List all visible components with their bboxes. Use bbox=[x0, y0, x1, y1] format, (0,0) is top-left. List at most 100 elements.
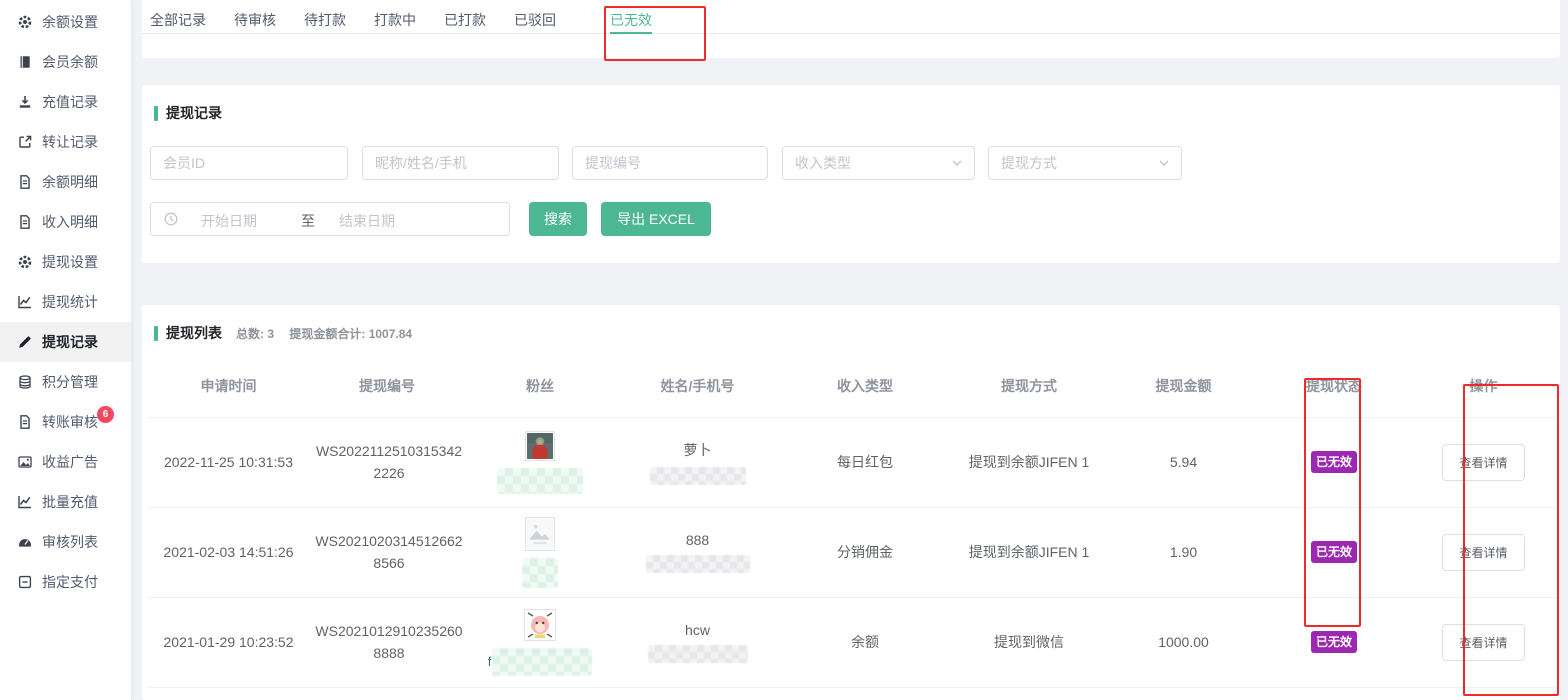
file-icon bbox=[17, 414, 33, 430]
col-apply-time: 申请时间 bbox=[148, 355, 309, 417]
book-icon bbox=[17, 54, 33, 70]
status-badge: 已无效 bbox=[1311, 541, 1357, 563]
cell-name-phone: 888 bbox=[615, 507, 780, 597]
fan-name-redacted: f bbox=[465, 648, 615, 676]
sidebar-item-balance-settings[interactable]: 余额设置 bbox=[0, 2, 131, 42]
sidebar-item-recharge-records[interactable]: 充值记录 bbox=[0, 82, 131, 122]
fan-avatar bbox=[525, 431, 555, 461]
sidebar-item-label: 审核列表 bbox=[42, 532, 98, 552]
view-details-button[interactable]: 查看详情 bbox=[1442, 444, 1524, 481]
sidebar-item-designated-payment[interactable]: 指定支付 bbox=[0, 562, 131, 602]
sidebar-item-withdraw-records[interactable]: 提现记录 bbox=[0, 322, 131, 362]
cell-apply-time: 2022-11-25 10:31:53 bbox=[148, 417, 309, 507]
sidebar-item-revenue-ads[interactable]: 收益广告 bbox=[0, 442, 131, 482]
tab-invalid[interactable]: 已无效 bbox=[610, 0, 652, 33]
sidebar-item-balance-detail[interactable]: 余额明细 bbox=[0, 162, 131, 202]
cell-name-phone: hcw bbox=[615, 597, 780, 687]
fan-name-redacted bbox=[465, 558, 615, 588]
cell-income-type: 分销佣金 bbox=[780, 507, 950, 597]
fan-avatar bbox=[524, 609, 556, 641]
sidebar-item-review-list[interactable]: 审核列表 bbox=[0, 522, 131, 562]
search-button[interactable]: 搜索 bbox=[529, 202, 587, 236]
chart-icon bbox=[17, 494, 33, 510]
clock-icon bbox=[163, 211, 179, 230]
list-amount-sum: 提现金额合计: 1007.84 bbox=[289, 327, 412, 341]
income-type-select[interactable]: 收入类型 bbox=[782, 146, 975, 180]
tab-pending-review[interactable]: 待审核 bbox=[234, 0, 276, 33]
status-badge: 已无效 bbox=[1311, 451, 1357, 473]
sidebar-item-member-balance[interactable]: 会员余额 bbox=[0, 42, 131, 82]
download-icon bbox=[17, 94, 33, 110]
sidebar-item-points-management[interactable]: 积分管理 bbox=[0, 362, 131, 402]
image-icon bbox=[17, 454, 33, 470]
tab-paid[interactable]: 已打款 bbox=[444, 0, 486, 33]
sidebar-item-withdraw-settings[interactable]: 提现设置 bbox=[0, 242, 131, 282]
export-excel-button[interactable]: 导出 EXCEL bbox=[601, 202, 711, 236]
sidebar-item-label: 提现统计 bbox=[42, 292, 98, 312]
chevron-down-icon bbox=[1159, 160, 1169, 166]
cell-fan bbox=[465, 507, 615, 597]
cell-withdraw-amount: 5.94 bbox=[1108, 417, 1259, 507]
table-row: 2022-11-25 10:31:53 WS2022112510315342 2… bbox=[148, 417, 1558, 507]
status-tabs-card: 全部记录 待审核 待打款 打款中 已打款 已驳回 已无效 bbox=[142, 0, 1560, 58]
status-tabs: 全部记录 待审核 待打款 打款中 已打款 已驳回 已无效 bbox=[142, 0, 1560, 34]
cell-fan bbox=[465, 417, 615, 507]
col-withdraw-method: 提现方式 bbox=[950, 355, 1108, 417]
withdraw-method-placeholder: 提现方式 bbox=[1001, 153, 1057, 173]
table-row: 2021-02-03 14:51:26 WS2021020314512662 8… bbox=[148, 507, 1558, 597]
sidebar-item-withdraw-stats[interactable]: 提现统计 bbox=[0, 282, 131, 322]
nickname-input[interactable] bbox=[362, 146, 559, 180]
list-total: 总数: 3 bbox=[236, 327, 274, 341]
cell-apply-time: 2021-02-03 14:51:26 bbox=[148, 507, 309, 597]
phone-redacted bbox=[648, 645, 748, 663]
pencil-icon bbox=[17, 334, 33, 350]
list-title-text: 提现列表 bbox=[166, 323, 222, 343]
gauge-icon bbox=[17, 534, 33, 550]
phone-redacted bbox=[646, 555, 750, 573]
withdraw-code-input[interactable] bbox=[572, 146, 768, 180]
col-withdraw-code: 提现编号 bbox=[309, 355, 465, 417]
date-separator: 至 bbox=[301, 211, 315, 231]
date-range-picker[interactable]: 开始日期 至 结束日期 bbox=[150, 202, 510, 236]
cell-withdraw-method: 提现到余额JIFEN 1 bbox=[950, 417, 1108, 507]
cell-income-type: 余额 bbox=[780, 597, 950, 687]
minus-square-icon bbox=[17, 574, 33, 590]
phone-redacted bbox=[650, 467, 746, 485]
sidebar-item-income-detail[interactable]: 收入明细 bbox=[0, 202, 131, 242]
file-icon bbox=[17, 214, 33, 230]
start-date-placeholder: 开始日期 bbox=[201, 211, 257, 231]
coins-icon bbox=[17, 374, 33, 390]
view-details-button[interactable]: 查看详情 bbox=[1442, 624, 1524, 661]
member-id-input[interactable] bbox=[150, 146, 348, 180]
file-icon bbox=[17, 174, 33, 190]
cell-apply-time: 2021-01-29 10:23:52 bbox=[148, 597, 309, 687]
sidebar-item-batch-recharge[interactable]: 批量充值 bbox=[0, 482, 131, 522]
sidebar-item-label: 提现记录 bbox=[42, 332, 98, 352]
sidebar-item-label: 充值记录 bbox=[42, 92, 98, 112]
search-title-text: 提现记录 bbox=[166, 103, 222, 123]
withdraw-method-select[interactable]: 提现方式 bbox=[988, 146, 1182, 180]
cell-withdraw-amount: 1.90 bbox=[1108, 507, 1259, 597]
gear-icon bbox=[17, 14, 33, 30]
view-details-button[interactable]: 查看详情 bbox=[1442, 534, 1524, 571]
sidebar-item-transfer-review[interactable]: 转账审核 6 bbox=[0, 402, 131, 442]
tab-pending-payment[interactable]: 待打款 bbox=[304, 0, 346, 33]
fan-name: 萝卜 bbox=[615, 440, 780, 460]
tab-rejected[interactable]: 已驳回 bbox=[514, 0, 556, 33]
col-name-phone: 姓名/手机号 bbox=[615, 355, 780, 417]
sidebar-item-transfer-records[interactable]: 转让记录 bbox=[0, 122, 131, 162]
chart-icon bbox=[17, 294, 33, 310]
cell-fan: f bbox=[465, 597, 615, 687]
fan-name-visible-part: f bbox=[488, 654, 492, 669]
sidebar-item-label: 转账审核 bbox=[42, 412, 98, 432]
list-stats: 总数: 3 提现金额合计: 1007.84 bbox=[236, 325, 424, 342]
search-card: 提现记录 收入类型 提现方式 开始日期 至 结束日期 搜索 导出 EXCEL bbox=[142, 85, 1560, 263]
chevron-down-icon bbox=[952, 160, 962, 166]
col-income-type: 收入类型 bbox=[780, 355, 950, 417]
cell-withdraw-code: WS2021020314512662 8566 bbox=[309, 530, 469, 575]
col-withdraw-amount: 提现金额 bbox=[1108, 355, 1259, 417]
tab-all-records[interactable]: 全部记录 bbox=[150, 0, 206, 33]
sidebar-item-label: 提现设置 bbox=[42, 252, 98, 272]
tab-paying[interactable]: 打款中 bbox=[374, 0, 416, 33]
fan-name: 888 bbox=[615, 532, 780, 548]
